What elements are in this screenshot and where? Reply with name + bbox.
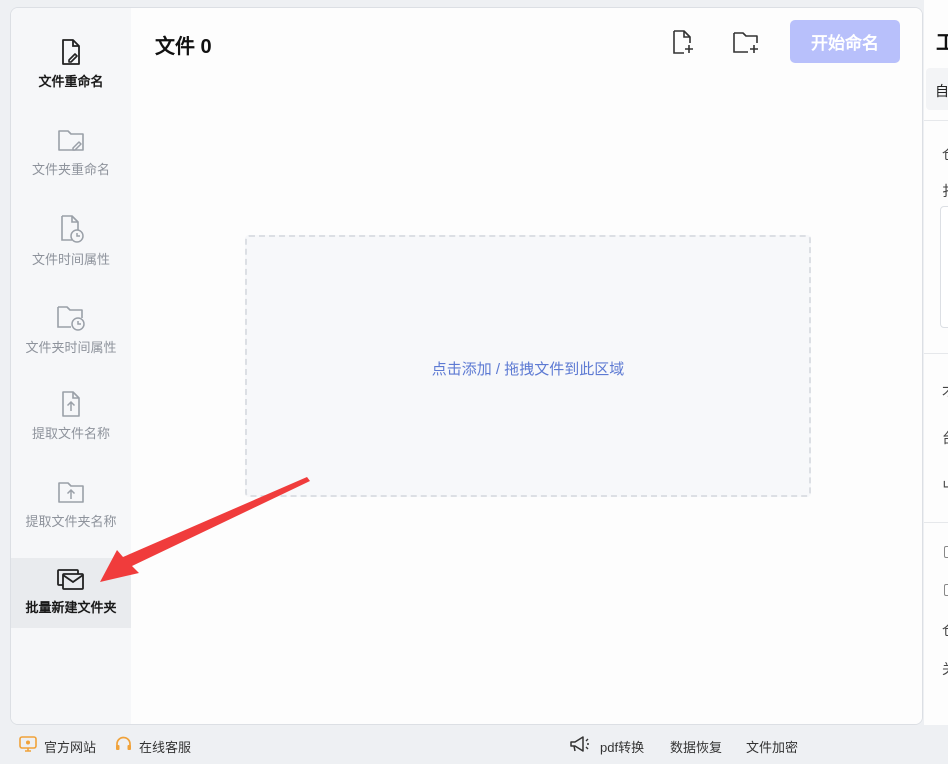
sidebar-item-label: 提取文件夹名称 [25, 514, 117, 529]
add-file-button[interactable] [668, 28, 696, 56]
start-rename-button[interactable]: 开始命名 [790, 20, 900, 63]
sidebar-item-file-rename[interactable]: 文件重命名 [11, 38, 131, 108]
settings-label: 扌 [942, 181, 948, 201]
settings-panel: 工 自 仓 扌 才 台 屮 仓 关 [924, 0, 948, 725]
sidebar-item-label: 提取文件名称 [31, 426, 110, 441]
file-count-title: 文件 0 [155, 36, 212, 58]
settings-label: 才 [942, 381, 948, 401]
divider [924, 120, 948, 121]
settings-label: 台 [942, 428, 948, 448]
sidebar-item-label: 文件重命名 [38, 74, 104, 89]
sidebar-item-folder-rename[interactable]: 文件夹重命名 [11, 126, 131, 196]
data-recovery-link[interactable]: 数据恢复 [670, 737, 722, 756]
add-file-icon [673, 30, 693, 54]
divider [924, 353, 948, 354]
footer-bar: 官方网站 在线客服 pdf转换 数据恢复 文件加密 [0, 725, 948, 764]
sidebar: 文件重命名 文件夹重命名 文件时间属性 文件夹时间属性 提取文件名称 提取文件夹… [11, 8, 131, 724]
official-website-link[interactable]: 官方网站 [44, 737, 96, 756]
megaphone-icon [570, 736, 589, 752]
sidebar-item-label: 文件夹重命名 [31, 162, 110, 177]
rename-mode-value: 自 [935, 83, 948, 99]
online-support-link[interactable]: 在线客服 [139, 737, 191, 756]
folder-upload-icon [58, 482, 84, 503]
add-folder-button[interactable] [730, 28, 762, 56]
file-encrypt-link[interactable]: 文件加密 [746, 737, 798, 756]
pdf-convert-link[interactable]: pdf转换 [600, 737, 644, 756]
settings-textarea[interactable] [940, 206, 948, 328]
website-icon [19, 736, 37, 752]
sidebar-item-folder-time[interactable]: 文件夹时间属性 [11, 302, 131, 372]
batch-folder-icon [57, 569, 84, 590]
file-dropzone[interactable]: 点击添加 / 拖拽文件到此区域 [245, 235, 811, 497]
settings-label: 仓 [942, 144, 948, 164]
sidebar-item-label: 批量新建文件夹 [25, 600, 117, 615]
settings-checkbox[interactable] [944, 584, 948, 596]
main-panel: 文件 0 开始命名 点击添加 / 拖拽文件到此区域 [131, 8, 922, 724]
sidebar-item-extract-file[interactable]: 提取文件名称 [11, 390, 131, 460]
sidebar-item-batch-folder[interactable]: 批量新建文件夹 [11, 558, 131, 628]
headset-icon [116, 736, 131, 750]
sidebar-item-extract-folder[interactable]: 提取文件夹名称 [11, 478, 131, 548]
sidebar-item-file-time[interactable]: 文件时间属性 [11, 214, 131, 284]
settings-label: 仓 [942, 620, 948, 640]
rename-mode-select[interactable]: 自 [926, 68, 948, 110]
settings-label: 关 [942, 659, 948, 679]
settings-label: 屮 [942, 476, 948, 496]
settings-checkbox[interactable] [944, 546, 948, 558]
folder-clock-icon [57, 306, 85, 331]
file-clock-icon [61, 215, 84, 243]
sidebar-item-label: 文件夹时间属性 [25, 340, 117, 355]
folder-edit-icon [58, 130, 84, 151]
file-edit-icon [62, 39, 80, 65]
divider [924, 522, 948, 523]
settings-heading: 工 [936, 32, 948, 54]
add-folder-icon [733, 32, 758, 53]
sidebar-item-label: 文件时间属性 [31, 252, 110, 267]
app-window: 文件重命名 文件夹重命名 文件时间属性 文件夹时间属性 提取文件名称 提取文件夹… [10, 7, 923, 725]
dropzone-text: 点击添加 / 拖拽文件到此区域 [431, 361, 625, 378]
file-upload-icon [62, 391, 80, 417]
